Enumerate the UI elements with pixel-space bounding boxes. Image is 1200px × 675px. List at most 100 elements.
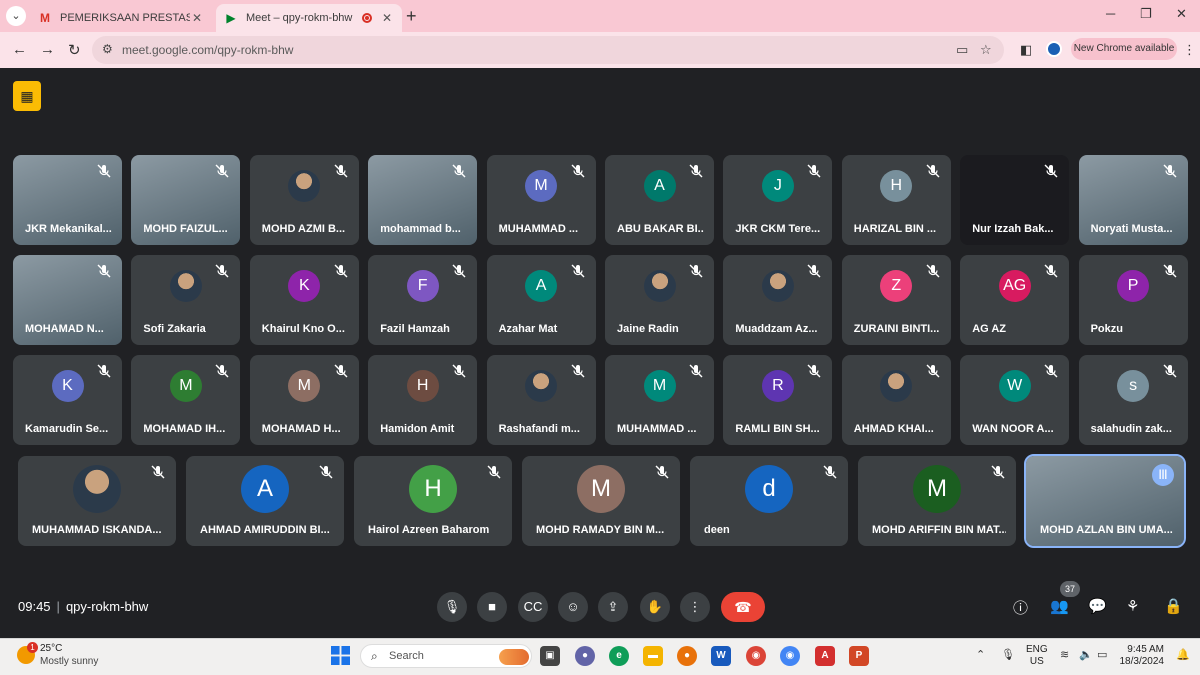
chrome-profile-icon[interactable]: ◉ [780,646,800,666]
mic-off-icon [822,464,838,480]
profile-avatar[interactable] [1046,41,1062,57]
participant-tile[interactable]: M MUHAMMAD ... [486,155,596,245]
chat-icon[interactable]: 💬 [1088,597,1107,615]
participant-tile[interactable]: P Pokzu [1078,255,1188,345]
mic-off-icon [96,263,112,279]
emoji-button[interactable]: ☺ [558,592,588,622]
participant-tile[interactable]: M MOHD RAMADY BIN M... [522,456,680,546]
firefox-icon[interactable]: ● [677,646,697,666]
people-icon[interactable]: 👥 [1050,597,1069,615]
participant-tile[interactable]: s salahudin zak... [1078,355,1188,445]
participant-tile[interactable]: MOHD AZMI B... [249,155,359,245]
participant-tile[interactable]: M MUHAMMAD ... [605,355,714,445]
participant-name: salahudin zak... [1090,423,1172,435]
participant-tile[interactable]: JKR Mekanikal... [13,155,122,245]
site-info-icon[interactable]: ⚙ [102,42,113,56]
weather-temp[interactable]: 25°C [40,643,62,654]
participant-tile[interactable]: MOHAMAD N... [13,255,122,345]
minimize-icon[interactable]: ─ [1106,6,1115,21]
participant-tile[interactable]: K Kamarudin Se... [13,355,122,445]
participant-tile[interactable]: Rashafandi m... [486,355,596,445]
menu-icon[interactable]: ⋮ [1183,42,1196,58]
task-view-icon[interactable]: ▣ [540,646,560,666]
participant-tile[interactable]: MOHD FAIZUL... [131,155,241,245]
bookmark-star-icon[interactable]: ☆ [980,42,992,58]
chevron-up-icon[interactable]: ⌃ [976,648,985,661]
wifi-icon[interactable]: ≋ [1060,648,1069,661]
participant-tile[interactable]: A AHMAD AMIRUDDIN BI... [186,456,344,546]
language-indicator[interactable]: ENG US [1026,644,1048,668]
host-controls-icon[interactable]: 🔒 [1164,597,1183,615]
new-chrome-button[interactable]: New Chrome available [1071,38,1177,60]
taskbar-search[interactable]: ⌕ Search [360,644,532,668]
meeting-details-icon[interactable]: ⓘ [1013,597,1028,618]
participant-tile[interactable]: M MOHD ARIFFIN BIN MAT... [858,456,1016,546]
participant-tile[interactable]: AG AG AZ [960,255,1070,345]
tab-search-icon[interactable]: ⌄ [6,6,26,26]
word-icon[interactable]: W [711,646,731,666]
side-panel-icon[interactable]: ◧ [1020,42,1032,58]
participant-tile[interactable]: H Hamidon Amit [368,355,478,445]
participant-tile[interactable]: M MOHAMAD H... [249,355,359,445]
address-bar[interactable]: ⚙ meet.google.com/qpy-rokm-bhw ▭ ☆ [92,36,1004,64]
participant-tile[interactable]: W WAN NOOR A... [960,355,1070,445]
participant-tile[interactable]: Z ZURAINI BINTI... [841,255,951,345]
microphone-tray-icon[interactable]: 🎙 [1001,648,1015,661]
chrome-icon[interactable]: ◉ [746,646,766,666]
search-highlight-icon [499,649,529,665]
acrobat-icon[interactable]: A [815,646,835,666]
reload-icon[interactable]: ↻ [68,41,81,59]
participant-tile[interactable]: Noryati Musta... [1078,155,1188,245]
tab-meet[interactable]: ▶ Meet – qpy-rokm-bhw ✕ [216,4,402,32]
restore-icon[interactable]: ❐ [1140,6,1152,22]
participant-tile[interactable]: AHMAD KHAI... [841,355,951,445]
volume-icon[interactable]: 🔈 [1079,648,1093,661]
more-options-button[interactable]: ⋮ [680,592,710,622]
participant-tile[interactable]: J JKR CKM Tere... [723,155,833,245]
mic-off-icon [451,363,467,379]
powerpoint-icon[interactable]: P [849,646,869,666]
participant-tile[interactable]: R RAMLI BIN SH... [723,355,833,445]
tab-gmail[interactable]: M PEMERIKSAAN PRESTASI MOBI ✕ [30,4,212,32]
participant-tile[interactable]: d deen [690,456,848,546]
forward-icon[interactable]: → [40,41,55,58]
file-explorer-icon[interactable]: ▬ [643,646,663,666]
participant-avatar: P [1117,269,1150,302]
windows-start-icon[interactable] [331,646,350,665]
participant-tile[interactable]: Sofi Zakaria [131,255,241,345]
back-icon[interactable]: ← [12,41,27,58]
participant-tile[interactable]: M MOHAMAD IH... [131,355,241,445]
participant-tile[interactable]: Jaine Radin [605,255,714,345]
close-icon[interactable]: ✕ [190,11,204,25]
microphone-button[interactable]: 🎙 [437,592,467,622]
close-window-icon[interactable]: ✕ [1176,6,1187,22]
participant-tile[interactable]: A ABU BAKAR BI... [605,155,714,245]
participant-tile[interactable]: H HARIZAL BIN ... [841,155,951,245]
raise-hand-button[interactable]: ✋ [640,592,670,622]
participant-tile[interactable]: MOHD AZLAN BIN UMA... ||| [1024,454,1186,548]
close-icon[interactable]: ✕ [380,11,394,25]
notifications-icon[interactable]: 🔔 [1176,648,1190,661]
participant-tile[interactable]: H Hairol Azreen Baharom [354,456,512,546]
camera-button[interactable]: ■ [477,592,507,622]
participant-tile[interactable]: K Khairul Kno O... [249,255,359,345]
participant-tile[interactable]: Muaddzam Az... [723,255,833,345]
mic-off-icon [333,163,349,179]
edge-icon[interactable]: e [609,646,629,666]
presentation-paused-icon[interactable]: ▦ [13,81,41,111]
captions-button[interactable]: CC [518,592,548,622]
weather-desc[interactable]: Mostly sunny [40,656,98,667]
participant-tile[interactable]: MUHAMMAD ISKANDA... [18,456,176,546]
teams-chat-icon[interactable]: ● [575,646,595,666]
participant-tile[interactable]: mohammad b... [368,155,478,245]
battery-icon[interactable]: ▭ [1097,648,1107,661]
activities-icon[interactable]: ⚘ [1126,597,1139,615]
participant-tile[interactable]: Nur Izzah Bak... [960,155,1070,245]
leave-call-button[interactable]: ☎ [721,592,765,622]
new-tab-button[interactable]: + [406,6,417,27]
participant-tile[interactable]: F Fazil Hamzah [368,255,478,345]
participant-tile[interactable]: A Azahar Mat [486,255,596,345]
taskbar-clock[interactable]: 9:45 AM 18/3/2024 [1118,644,1165,668]
camera-icon[interactable]: ▭ [956,42,968,58]
present-button[interactable]: ⇪ [598,592,628,622]
